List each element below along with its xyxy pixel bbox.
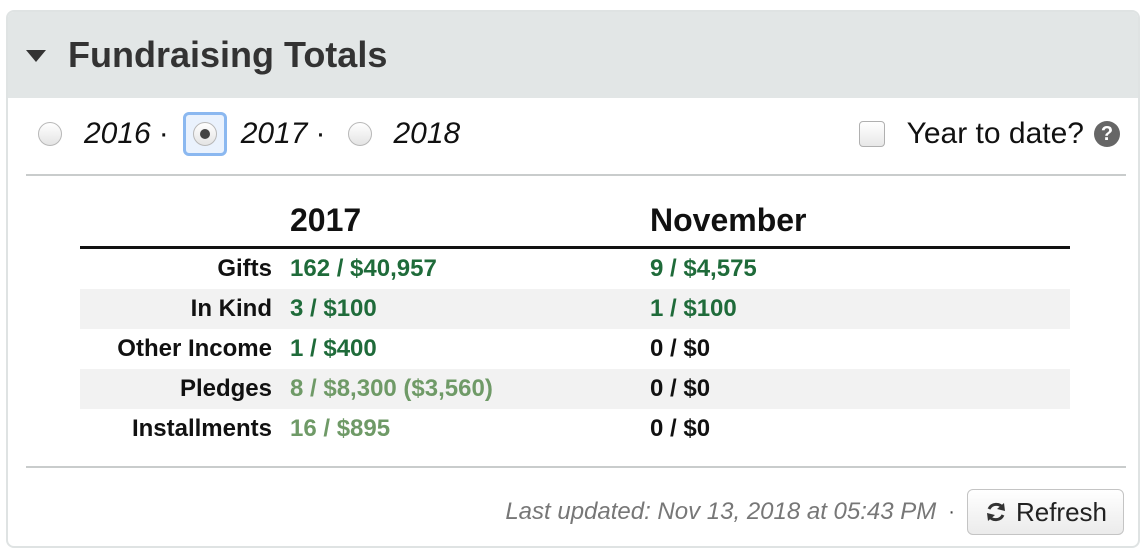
panel-footer: Last updated: Nov 13, 2018 at 05:43 PM ·… xyxy=(8,484,1138,540)
radio-2016[interactable] xyxy=(30,114,70,154)
other-income-year-value: 1 / $400 xyxy=(290,335,377,362)
pledges-month-value: 0 / $0 xyxy=(650,375,711,402)
table-row: Pledges 8 / $8,300 ($3,560) 0 / $0 xyxy=(80,369,1070,409)
refresh-button[interactable]: Refresh xyxy=(966,489,1124,535)
year-label-2017[interactable]: 2017 xyxy=(241,117,308,151)
year-to-date-label[interactable]: Year to date? xyxy=(907,117,1084,151)
row-label: Installments xyxy=(131,415,272,442)
table-header: 2017 November xyxy=(80,196,1070,246)
year-to-date-toggle: Year to date? ? xyxy=(858,98,1120,170)
table-row: Gifts 162 / $40,957 9 / $4,575 xyxy=(80,249,1070,289)
totals-table: 2017 November Gifts 162 / $40,957 9 / $4… xyxy=(80,196,1070,449)
fundraising-totals-panel: Fundraising Totals 2016 · 2017 · 2018 Ye… xyxy=(6,10,1140,548)
pledges-year-value: 8 / $8,300 ($3,560) xyxy=(290,375,493,402)
other-income-month-value: 0 / $0 xyxy=(650,335,711,362)
installments-month-value: 0 / $0 xyxy=(650,415,711,442)
column-header-year: 2017 xyxy=(290,202,362,238)
in-kind-year-value: 3 / $100 xyxy=(290,295,377,322)
column-header-month: November xyxy=(650,202,807,238)
separator-dot: · xyxy=(948,500,955,523)
year-label-2018[interactable]: 2018 xyxy=(394,117,461,151)
separator-dot: · xyxy=(315,117,326,150)
separator-dot: · xyxy=(158,117,169,150)
radio-2017[interactable] xyxy=(182,112,227,156)
gifts-year-value: 162 / $40,957 xyxy=(290,255,437,282)
table-row: Installments 16 / $895 0 / $0 xyxy=(80,409,1070,449)
refresh-icon xyxy=(986,502,1005,522)
year-label-2016[interactable]: 2016 xyxy=(84,117,151,151)
radio-2018[interactable] xyxy=(340,114,380,154)
row-label: In Kind xyxy=(190,295,272,322)
question-circle-icon[interactable]: ? xyxy=(1094,121,1120,147)
divider xyxy=(26,466,1126,468)
last-updated-text: Last updated: Nov 13, 2018 at 05:43 PM xyxy=(505,498,937,525)
panel-header[interactable]: Fundraising Totals xyxy=(8,12,1138,98)
panel-title: Fundraising Totals xyxy=(68,34,388,75)
row-label: Other Income xyxy=(117,335,272,362)
caret-down-icon[interactable] xyxy=(26,50,46,62)
installments-year-value: 16 / $895 xyxy=(290,415,391,442)
table-row: In Kind 3 / $100 1 / $100 xyxy=(80,289,1070,329)
row-label: Pledges xyxy=(179,375,272,402)
gifts-month-value: 9 / $4,575 xyxy=(650,255,757,282)
refresh-label: Refresh xyxy=(1015,496,1107,527)
divider xyxy=(26,174,1126,176)
year-to-date-checkbox[interactable] xyxy=(858,121,885,147)
table-row: Other Income 1 / $400 0 / $0 xyxy=(80,329,1070,369)
year-filter: 2016 · 2017 · 2018 Year to date? ? xyxy=(8,98,1138,170)
row-label: Gifts xyxy=(217,255,272,282)
in-kind-month-value: 1 / $100 xyxy=(650,295,737,322)
